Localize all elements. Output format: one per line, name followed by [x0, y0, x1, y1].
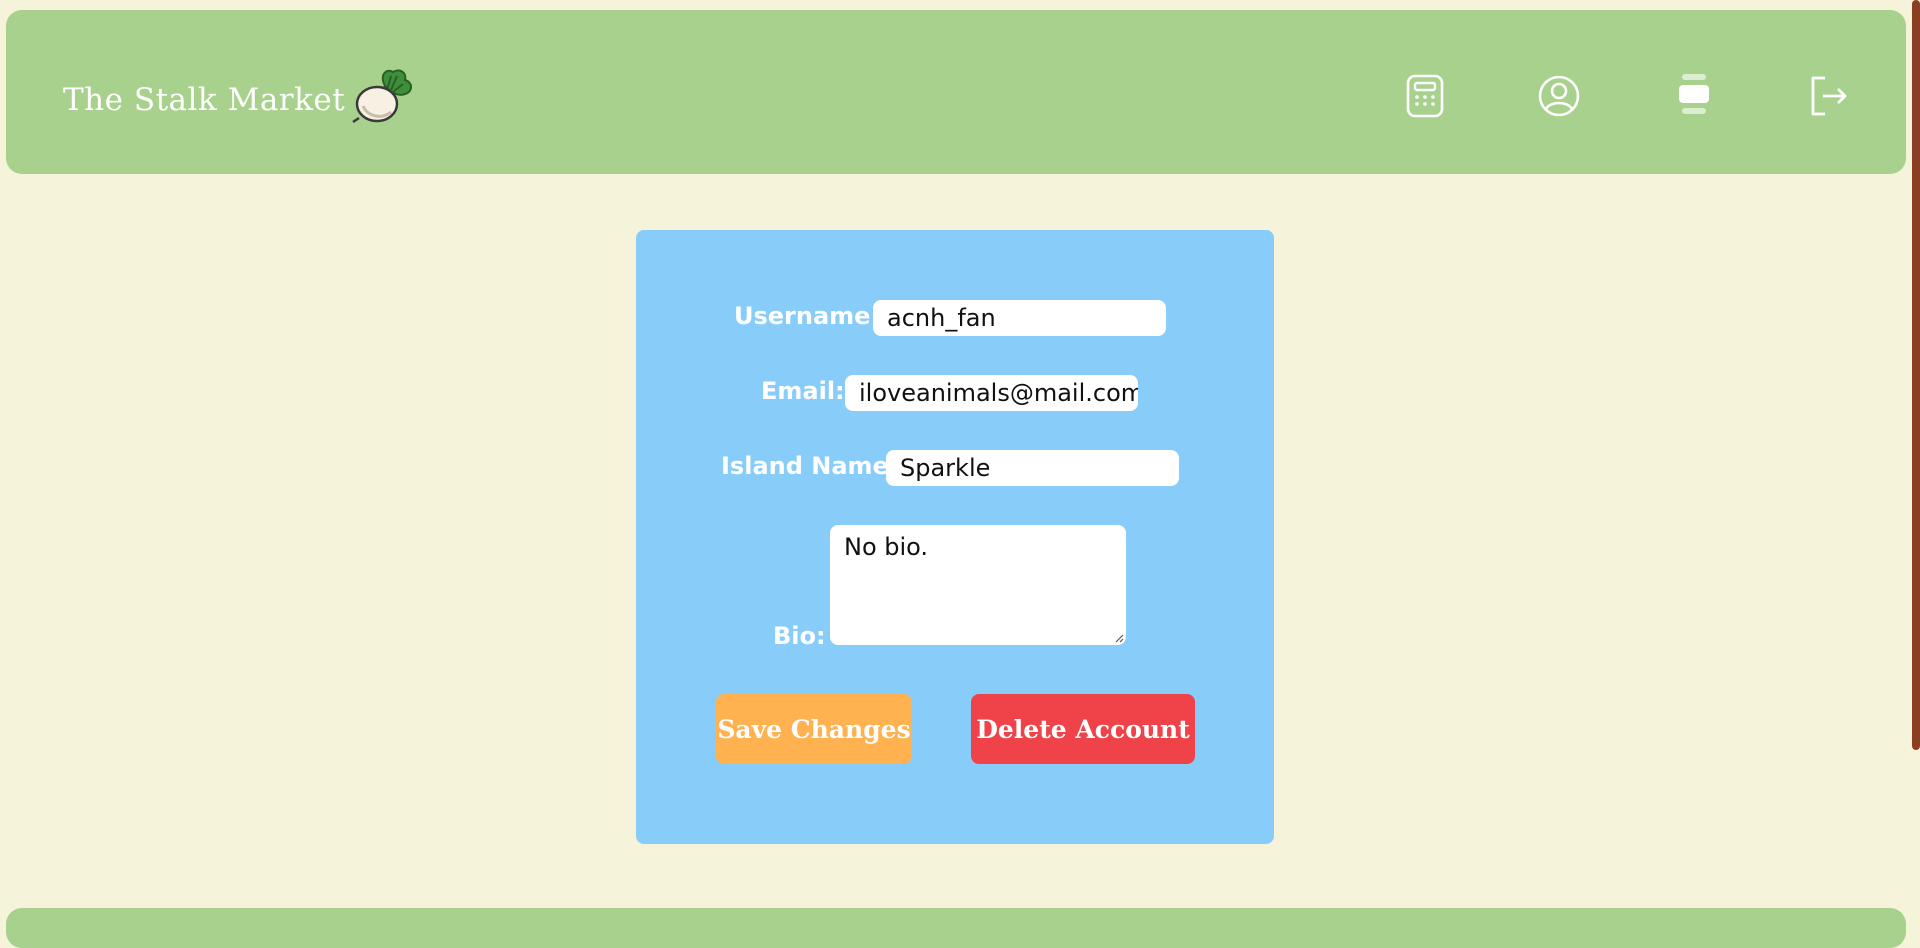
scrollbar-track[interactable] — [1910, 0, 1920, 922]
delete-account-button[interactable]: Delete Account — [971, 694, 1195, 764]
island-name-input[interactable]: Sparkle — [886, 450, 1179, 486]
save-changes-button[interactable]: Save Changes — [716, 694, 912, 764]
marketplace-icon[interactable] — [1668, 70, 1720, 122]
footer-bar — [6, 908, 1906, 948]
username-input[interactable]: acnh_fan — [873, 300, 1166, 336]
profile-form: Username: acnh_fan Email: iloveanimals@m… — [636, 230, 1274, 844]
username-label: Username: — [734, 302, 881, 330]
turnip-icon — [351, 66, 415, 126]
scrollbar-thumb[interactable] — [1912, 0, 1920, 750]
bio-textarea[interactable]: No bio. — [830, 525, 1126, 645]
calculator-icon[interactable] — [1399, 70, 1451, 122]
brand[interactable]: The Stalk Market — [63, 69, 415, 130]
profile-icon[interactable] — [1533, 70, 1585, 122]
resize-grip-icon[interactable] — [1114, 633, 1124, 643]
bio-label: Bio: — [773, 622, 826, 650]
bio-text: No bio. — [844, 533, 929, 561]
island-name-label: Island Name: — [721, 452, 899, 480]
header-bar: The Stalk Market — [6, 10, 1906, 174]
site-title: The Stalk Market — [63, 82, 346, 118]
email-label: Email: — [761, 377, 845, 405]
email-input[interactable]: iloveanimals@mail.com — [845, 375, 1138, 411]
logout-icon[interactable] — [1803, 70, 1855, 122]
